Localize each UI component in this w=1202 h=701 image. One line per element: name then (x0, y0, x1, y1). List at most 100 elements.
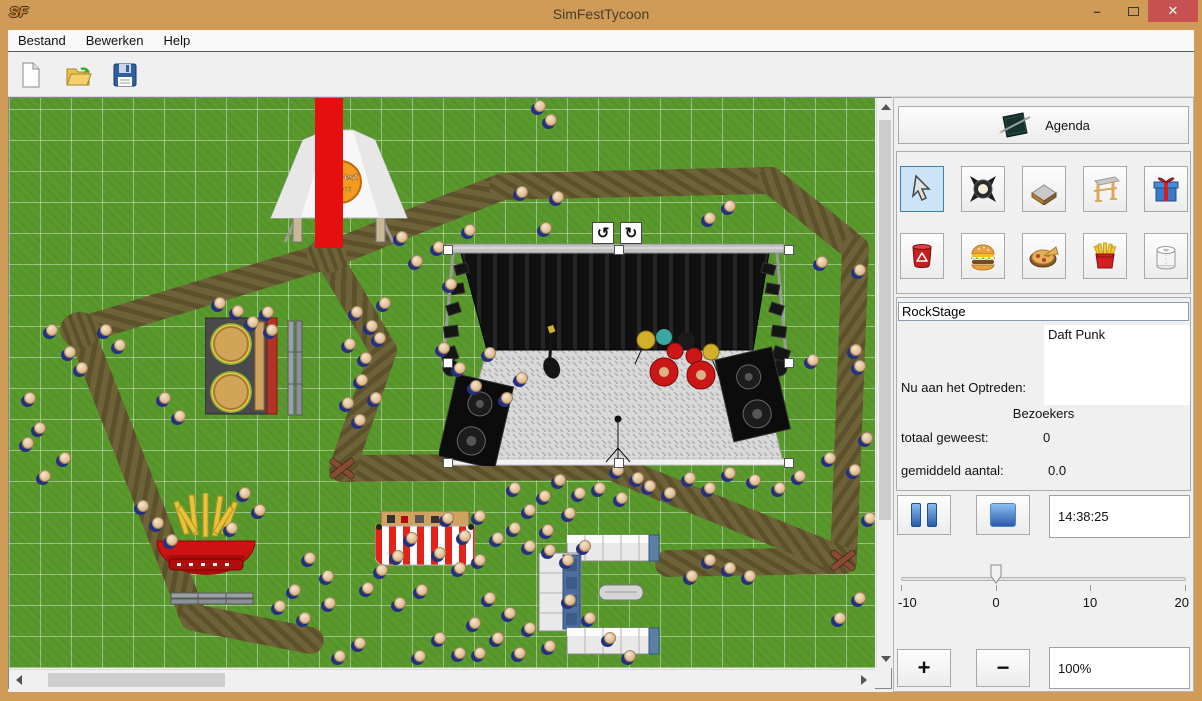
path-junction (60, 312, 100, 348)
speed-slider-track[interactable] (901, 577, 1186, 581)
selection-handle[interactable] (443, 245, 453, 255)
speed-slider-thumb[interactable] (990, 564, 1002, 584)
canvas-area: SimFest Tycoon (8, 97, 892, 689)
horizontal-scrollbar[interactable] (9, 669, 875, 689)
visitor (353, 414, 366, 427)
selection-handle[interactable] (784, 245, 794, 255)
visitor (663, 487, 676, 500)
horizontal-scroll-thumb[interactable] (48, 673, 225, 687)
close-button[interactable]: ✕ (1148, 0, 1198, 22)
visitor (515, 372, 528, 385)
stage-name-input[interactable] (898, 302, 1189, 321)
maximize-button[interactable] (1118, 0, 1148, 22)
tool-stage-frame-button[interactable] (1083, 166, 1127, 212)
visitor (703, 482, 716, 495)
visitor (483, 347, 496, 360)
menu-bewerken[interactable]: Bewerken (76, 30, 154, 51)
tool-pizza-button[interactable] (1022, 233, 1066, 279)
visitor (265, 324, 278, 337)
visitor (723, 467, 736, 480)
tool-select-button[interactable] (900, 166, 944, 212)
open-file-button[interactable] (61, 58, 95, 92)
new-file-icon (17, 61, 45, 89)
selection-handle[interactable] (784, 358, 794, 368)
visitor (458, 530, 471, 543)
visitor (523, 540, 536, 553)
visitor (491, 632, 504, 645)
menu-help[interactable]: Help (154, 30, 201, 51)
visitor (253, 504, 266, 517)
zoom-level-display: 100% (1049, 647, 1190, 689)
now-playing-value: Daft Punk (1044, 325, 1190, 405)
visitor (623, 650, 636, 663)
visitor (723, 200, 736, 213)
agenda-button[interactable]: Agenda (898, 106, 1189, 144)
tool-gift-button[interactable] (1144, 166, 1188, 212)
scroll-up-icon[interactable] (881, 104, 891, 110)
red-carpet (315, 98, 343, 248)
visitor (473, 647, 486, 660)
dirt-path (177, 601, 326, 656)
selection-handle[interactable] (614, 245, 624, 255)
visitor (273, 600, 286, 613)
festival-map-canvas[interactable]: SimFest Tycoon (9, 98, 875, 668)
visitor (853, 360, 866, 373)
slider-label-10: 10 (1083, 595, 1097, 610)
visitor (863, 512, 875, 525)
tool-burger-button[interactable] (961, 233, 1005, 279)
titlebar: SF SimFestTycoon – ✕ (0, 0, 1202, 30)
scroll-right-icon[interactable] (861, 675, 867, 685)
scroll-down-icon[interactable] (881, 656, 891, 662)
visitor (685, 570, 698, 583)
rotate-right-button[interactable]: ↻ (620, 222, 642, 244)
visitor (523, 622, 536, 635)
visitor (355, 374, 368, 387)
visitor (373, 332, 386, 345)
visitor (544, 114, 557, 127)
visitor (415, 584, 428, 597)
visitors-header: Bezoekers (897, 406, 1190, 421)
visitor (113, 339, 126, 352)
vertical-scroll-thumb[interactable] (879, 120, 891, 520)
selection-handle[interactable] (443, 458, 453, 468)
minimize-button[interactable]: – (1082, 0, 1112, 22)
tool-toilet-paper-button[interactable] (1144, 233, 1188, 279)
stop-button[interactable] (976, 495, 1030, 535)
vertical-scrollbar[interactable] (876, 98, 892, 668)
client-area: Bestand Bewerken Help (8, 30, 1194, 692)
menu-bestand[interactable]: Bestand (8, 30, 76, 51)
selection-handle[interactable] (784, 458, 794, 468)
zoom-in-button[interactable]: + (897, 649, 951, 687)
clock-display: 14:38:25 (1049, 495, 1190, 538)
scroll-left-icon[interactable] (16, 675, 22, 685)
visitor (288, 584, 301, 597)
visitor (323, 597, 336, 610)
visitor (508, 522, 521, 535)
zoom-out-button[interactable]: − (976, 649, 1030, 687)
slider-label-max: 20 (1175, 595, 1189, 610)
visitor (503, 607, 516, 620)
slider-tick (901, 585, 902, 591)
visitor (468, 617, 481, 630)
visitor (603, 632, 616, 645)
selection-handle[interactable] (614, 458, 624, 468)
visitor (441, 512, 454, 525)
visitor (643, 480, 656, 493)
tool-path-button[interactable] (1022, 166, 1066, 212)
bench[interactable] (286, 320, 304, 416)
pizza-icon (1028, 240, 1060, 272)
open-file-icon (64, 61, 92, 89)
slider-label-min: -10 (898, 595, 917, 610)
agenda-label: Agenda (1045, 118, 1090, 133)
visitor (703, 554, 716, 567)
selection-handle[interactable] (443, 358, 453, 368)
trash-bin-icon (906, 240, 938, 272)
rotate-left-button[interactable]: ↺ (592, 222, 614, 244)
pause-button[interactable] (897, 495, 951, 535)
tool-spotlight-button[interactable] (961, 166, 1005, 212)
new-file-button[interactable] (14, 58, 48, 92)
bench[interactable] (170, 591, 254, 606)
tool-fries-button[interactable] (1083, 233, 1127, 279)
save-file-button[interactable] (108, 58, 142, 92)
tool-trash-button[interactable] (900, 233, 944, 279)
